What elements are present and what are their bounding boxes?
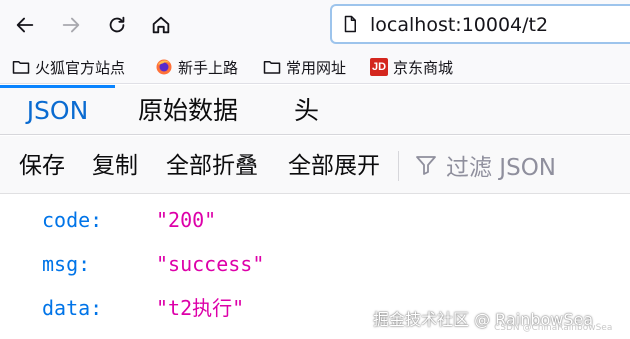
bookmark-getting-started[interactable]: 新手上路 <box>155 55 238 79</box>
bookmark-label: 常用网址 <box>286 58 347 77</box>
expand-all-button[interactable]: 全部展开 <box>288 136 380 194</box>
json-value: "t2执行" <box>156 296 245 320</box>
reload-icon <box>109 16 125 33</box>
watermark-small: CSDN @ChinaRainbowSea <box>494 323 613 333</box>
forward-arrow-icon <box>62 17 80 33</box>
forward-button[interactable] <box>54 8 88 42</box>
json-row[interactable]: msg: "success" <box>0 244 630 284</box>
tab-headers[interactable]: 头 <box>294 85 319 135</box>
json-viewer-tabs: JSON 原始数据 头 <box>0 85 630 135</box>
home-icon <box>152 16 170 34</box>
filter-placeholder: 过滤 JSON <box>446 155 557 181</box>
tab-raw-data[interactable]: 原始数据 <box>138 85 238 135</box>
address-bar-url[interactable]: localhost:10004/t2 <box>370 13 548 37</box>
tab-json[interactable]: JSON <box>0 85 115 135</box>
json-toolbar: 保存 复制 全部折叠 全部展开 过滤 JSON <box>0 136 630 194</box>
json-key: data: <box>42 296 103 320</box>
folder-icon <box>12 58 30 76</box>
bookmark-common-sites[interactable]: 常用网址 <box>263 55 346 79</box>
copy-button[interactable]: 复制 <box>92 136 138 194</box>
bookmark-label: 京东商城 <box>393 58 454 77</box>
bookmark-firefox-official[interactable]: 火狐官方站点 <box>12 55 125 79</box>
toolbar-divider <box>398 151 399 181</box>
firefox-icon <box>155 58 173 76</box>
save-button[interactable]: 保存 <box>19 136 65 194</box>
page-icon <box>344 15 356 33</box>
folder-icon <box>263 58 281 76</box>
address-bar[interactable]: localhost:10004/t2 <box>330 4 630 44</box>
home-button[interactable] <box>144 8 178 42</box>
jd-logo-icon: JD <box>370 58 388 76</box>
json-key: code: <box>42 208 103 232</box>
json-key: msg: <box>42 252 91 276</box>
back-button[interactable] <box>8 8 42 42</box>
reload-button[interactable] <box>100 8 134 42</box>
bookmarks-bar: 火狐官方站点 新手上路 常用网址 JD 京东商城 <box>0 50 630 84</box>
json-value: "200" <box>156 208 217 232</box>
bookmark-jd-mall[interactable]: JD 京东商城 <box>370 55 453 79</box>
bookmark-label: 新手上路 <box>178 58 239 77</box>
back-arrow-icon <box>16 17 34 33</box>
filter-json-input[interactable]: 过滤 JSON <box>414 136 556 194</box>
navigation-bar: localhost:10004/t2 <box>0 0 630 50</box>
json-row[interactable]: code: "200" <box>0 200 630 240</box>
collapse-all-button[interactable]: 全部折叠 <box>166 136 258 194</box>
json-value: "success" <box>156 252 265 276</box>
bookmark-label: 火狐官方站点 <box>35 58 126 77</box>
filter-icon <box>416 156 436 175</box>
